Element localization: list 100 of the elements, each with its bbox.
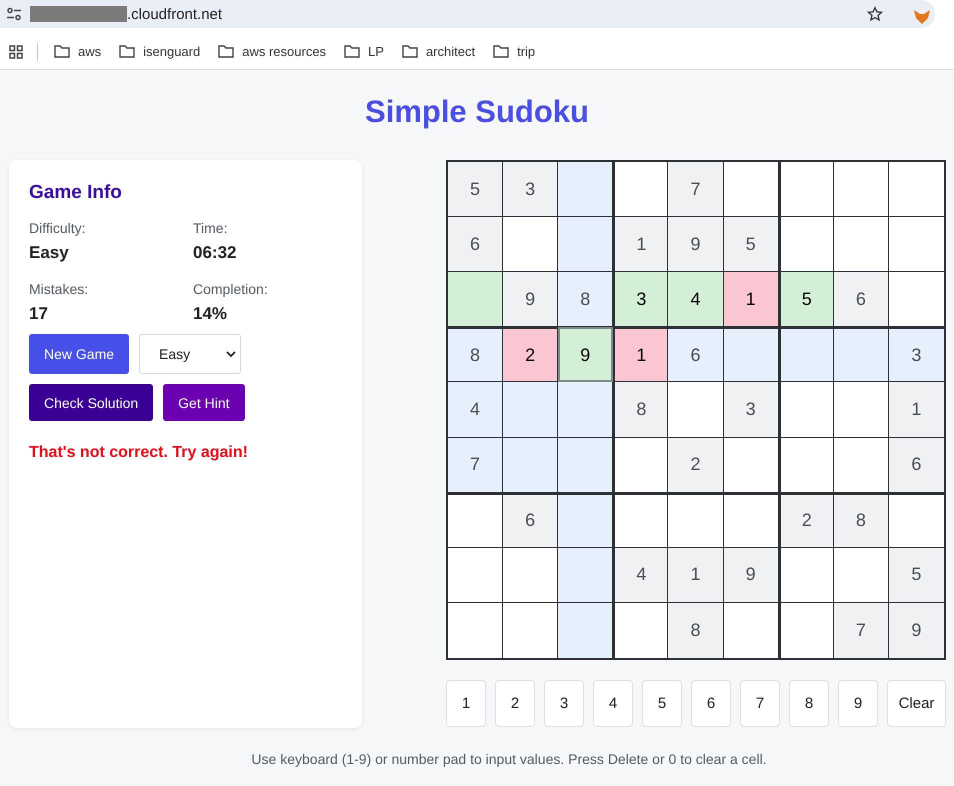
sudoku-cell[interactable]: 5 <box>778 272 834 328</box>
sudoku-cell[interactable]: 8 <box>613 382 668 438</box>
sudoku-cell[interactable]: 8 <box>558 272 614 328</box>
sudoku-cell[interactable]: 9 <box>724 548 779 603</box>
sudoku-cell[interactable]: 3 <box>888 327 944 382</box>
sudoku-cell[interactable]: 7 <box>834 602 889 658</box>
sudoku-cell[interactable] <box>503 548 558 603</box>
site-settings-icon[interactable] <box>6 7 22 21</box>
sudoku-cell[interactable] <box>834 327 889 382</box>
sudoku-cell[interactable]: 1 <box>888 382 944 438</box>
sudoku-cell[interactable]: 6 <box>834 272 889 328</box>
sudoku-cell[interactable] <box>558 548 614 603</box>
sudoku-cell[interactable] <box>448 272 504 328</box>
sudoku-cell[interactable] <box>613 162 668 218</box>
address-bar[interactable]: .cloudfront.net <box>0 0 935 28</box>
sudoku-cell[interactable]: 5 <box>724 217 779 272</box>
sudoku-cell[interactable]: 1 <box>613 327 668 382</box>
sudoku-cell[interactable] <box>668 492 724 548</box>
apps-grid-icon[interactable] <box>9 44 23 58</box>
sudoku-cell[interactable] <box>834 438 889 493</box>
sudoku-cell[interactable]: 3 <box>613 272 668 328</box>
number-pad-key[interactable]: 3 <box>544 680 584 727</box>
sudoku-cell[interactable]: 5 <box>448 162 504 218</box>
sudoku-cell[interactable]: 5 <box>888 548 944 603</box>
sudoku-cell[interactable]: 1 <box>724 272 779 328</box>
sudoku-cell[interactable]: 9 <box>503 272 558 328</box>
sudoku-cell[interactable]: 2 <box>778 492 834 548</box>
bookmark-folder[interactable]: architect <box>402 44 476 59</box>
sudoku-cell[interactable] <box>558 492 614 548</box>
bookmark-folder[interactable]: isenguard <box>119 44 200 59</box>
star-icon[interactable] <box>867 6 883 22</box>
number-pad-key[interactable]: 9 <box>838 680 878 727</box>
sudoku-cell[interactable] <box>503 438 558 493</box>
sudoku-cell[interactable]: 7 <box>668 162 724 218</box>
sudoku-cell[interactable] <box>778 438 834 493</box>
sudoku-cell[interactable] <box>778 602 834 658</box>
sudoku-cell[interactable]: 6 <box>448 217 504 272</box>
sudoku-cell[interactable]: 9 <box>668 217 724 272</box>
bookmark-folder[interactable]: aws resources <box>218 44 326 59</box>
sudoku-cell[interactable] <box>448 492 504 548</box>
new-game-button[interactable]: New Game <box>29 334 130 374</box>
sudoku-cell[interactable] <box>778 162 834 218</box>
sudoku-cell[interactable] <box>558 602 614 658</box>
sudoku-cell[interactable] <box>503 382 558 438</box>
bookmark-folder[interactable]: aws <box>54 44 102 59</box>
bookmark-folder[interactable]: trip <box>493 44 536 59</box>
sudoku-cell[interactable] <box>724 327 779 382</box>
sudoku-cell[interactable] <box>834 382 889 438</box>
sudoku-cell[interactable]: 6 <box>503 492 558 548</box>
bookmark-folder[interactable]: LP <box>344 44 384 59</box>
sudoku-cell[interactable] <box>724 602 779 658</box>
number-pad-key[interactable]: 8 <box>789 680 829 727</box>
number-pad-key[interactable]: 5 <box>642 680 682 727</box>
sudoku-cell[interactable] <box>613 602 668 658</box>
sudoku-cell[interactable] <box>503 217 558 272</box>
fox-icon[interactable] <box>913 9 931 25</box>
sudoku-cell[interactable]: 8 <box>448 327 504 382</box>
sudoku-cell[interactable]: 3 <box>503 162 558 218</box>
sudoku-cell[interactable] <box>724 162 779 218</box>
sudoku-cell[interactable] <box>724 438 779 493</box>
sudoku-cell[interactable] <box>834 548 889 603</box>
sudoku-cell[interactable] <box>834 162 889 218</box>
check-solution-button[interactable]: Check Solution <box>29 384 154 421</box>
sudoku-cell[interactable]: 8 <box>834 492 889 548</box>
sudoku-cell[interactable]: 6 <box>668 327 724 382</box>
sudoku-cell[interactable]: 2 <box>668 438 724 493</box>
sudoku-cell[interactable] <box>834 217 889 272</box>
number-pad-key[interactable]: 6 <box>691 680 731 727</box>
sudoku-cell[interactable]: 6 <box>888 438 944 493</box>
number-pad-key[interactable]: 1 <box>446 680 486 727</box>
number-pad-key[interactable]: 7 <box>740 680 780 727</box>
sudoku-cell[interactable] <box>778 327 834 382</box>
sudoku-cell[interactable]: 2 <box>503 327 558 382</box>
number-pad-key[interactable]: 2 <box>495 680 535 727</box>
sudoku-cell[interactable]: 8 <box>668 602 724 658</box>
sudoku-cell[interactable]: 9 <box>558 327 614 382</box>
sudoku-cell[interactable]: 7 <box>448 438 504 493</box>
sudoku-cell[interactable] <box>668 382 724 438</box>
sudoku-cell[interactable] <box>558 217 614 272</box>
sudoku-cell[interactable] <box>558 438 614 493</box>
sudoku-cell[interactable] <box>778 382 834 438</box>
sudoku-cell[interactable]: 3 <box>724 382 779 438</box>
sudoku-cell[interactable] <box>613 492 668 548</box>
sudoku-cell[interactable] <box>888 492 944 548</box>
sudoku-cell[interactable]: 4 <box>613 548 668 603</box>
sudoku-cell[interactable] <box>448 548 504 603</box>
sudoku-cell[interactable] <box>613 438 668 493</box>
hint-button[interactable]: Get Hint <box>163 384 245 421</box>
sudoku-cell[interactable]: 9 <box>888 602 944 658</box>
number-pad-key[interactable]: Clear <box>887 680 946 727</box>
sudoku-cell[interactable]: 4 <box>668 272 724 328</box>
difficulty-dropdown[interactable]: Easy <box>139 334 242 374</box>
sudoku-cell[interactable] <box>558 162 614 218</box>
sudoku-cell[interactable] <box>778 217 834 272</box>
sudoku-cell[interactable]: 1 <box>613 217 668 272</box>
number-pad-key[interactable]: 4 <box>593 680 633 727</box>
sudoku-cell[interactable] <box>778 548 834 603</box>
sudoku-cell[interactable]: 4 <box>448 382 504 438</box>
sudoku-cell[interactable]: 1 <box>668 548 724 603</box>
sudoku-cell[interactable] <box>724 492 779 548</box>
